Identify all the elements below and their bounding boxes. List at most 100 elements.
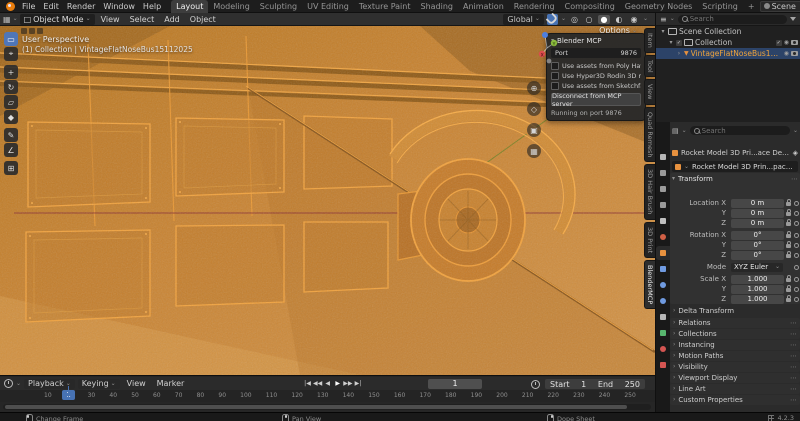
delta-transform-header[interactable]: › Delta Transform [670, 306, 800, 316]
tab-output[interactable] [656, 182, 670, 196]
checkbox-icon[interactable] [551, 82, 559, 90]
scale-tool[interactable]: ▱ [4, 95, 18, 109]
scene-selector[interactable]: Scene × [759, 0, 800, 12]
timeline-editor-icon[interactable] [4, 379, 13, 388]
rotate-tool[interactable]: ↻ [4, 80, 18, 94]
properties-search[interactable] [689, 126, 790, 135]
scale-x-field[interactable]: 1.000 [731, 274, 784, 284]
select-box-tool[interactable]: ▭ [4, 32, 18, 46]
workspace-tab-sculpting[interactable]: Sculpting [255, 0, 302, 13]
workspace-tab-layout[interactable]: Layout [171, 0, 209, 13]
workspace-tab-compositing[interactable]: Compositing [560, 0, 620, 13]
tab-texture[interactable] [656, 358, 670, 372]
sketchfab-checkbox-row[interactable]: Use assets from Sketchfab [551, 81, 641, 91]
add-cube-tool[interactable]: ⊞ [4, 161, 18, 175]
snap-options-chevron-icon[interactable]: ⌄ [561, 16, 566, 22]
panel-line-art[interactable]: › Line Art ⋯ [670, 384, 800, 394]
cursor-tool[interactable]: ⌖ [4, 47, 18, 61]
editor-corner-icon[interactable] [37, 28, 43, 34]
tab-scene[interactable] [656, 214, 670, 228]
shading-options-chevron-icon[interactable]: ⌄ [643, 16, 648, 22]
collection-checkbox-icon[interactable]: ✓ [676, 39, 682, 46]
measure-tool[interactable]: ∠ [4, 143, 18, 157]
hyper3d-checkbox-row[interactable]: Use Hyper3D Rodin 3D model gener... [551, 71, 641, 81]
animate-dot-icon[interactable] [794, 264, 799, 270]
hide-eye-icon[interactable]: ◉ [784, 39, 789, 46]
lock-icon[interactable] [786, 199, 791, 206]
scrollbar-handle[interactable] [5, 405, 628, 409]
collapse-arrow-icon[interactable]: ▾ [660, 28, 666, 35]
start-frame-field[interactable]: 1 [581, 380, 586, 389]
end-frame-field[interactable]: 250 [625, 380, 640, 389]
outliner-row-object[interactable]: › ▼ VintageFlatNoseBus15112025 ◉ [656, 48, 800, 59]
lock-icon[interactable] [786, 219, 791, 226]
panel-motion-paths[interactable]: › Motion Paths ⋯ [670, 351, 800, 361]
tab-data[interactable] [656, 326, 670, 340]
viewport-3d[interactable]: User Perspective (1) Collection | Vintag… [0, 26, 655, 375]
panel-instancing[interactable]: › Instancing ⋯ [670, 340, 800, 350]
properties-options-chevron-icon[interactable]: ⌄ [793, 127, 798, 134]
rotation-z-field[interactable]: 0° [731, 250, 784, 260]
menu-timeline-view[interactable]: View [123, 379, 150, 388]
render-camera-icon[interactable] [791, 40, 798, 45]
rotation-mode-dropdown[interactable]: XYZ Euler ⌄ [731, 262, 783, 272]
zoom-button[interactable]: ⊕ [527, 81, 541, 95]
tab-modifiers[interactable] [656, 262, 670, 276]
animate-dot-icon[interactable] [794, 210, 799, 216]
play-reverse-button[interactable]: ◀ [323, 378, 332, 389]
transform-panel-header[interactable]: ▾ Transform ⋯ [672, 175, 798, 183]
editor-type-chevron-icon[interactable]: ⌄ [13, 16, 18, 22]
workspace-tab-animation[interactable]: Animation [458, 0, 509, 13]
animate-dot-icon[interactable] [794, 242, 799, 248]
outliner-search[interactable] [677, 14, 787, 24]
object-name-field[interactable]: ⌄ Rocket Model 3D Prin...pace Decor21112… [672, 161, 798, 172]
keying-dropdown[interactable]: Keying ⌄ [77, 378, 120, 389]
collapse-arrow-icon[interactable]: ▾ [668, 39, 674, 46]
next-keyframe-button[interactable]: ▶▶ [343, 378, 352, 389]
expand-arrow-icon[interactable]: › [676, 50, 682, 57]
hide-eye-icon[interactable]: ◉ [784, 50, 789, 57]
panel-custom-properties[interactable]: › Custom Properties ⋯ [670, 395, 800, 405]
panel-viewport-display[interactable]: › Viewport Display ⋯ [670, 373, 800, 383]
location-y-field[interactable]: 0 m [731, 208, 784, 218]
menu-add[interactable]: Add [160, 15, 184, 24]
panel-collections[interactable]: › Collections ⋯ [670, 329, 800, 339]
pin-icon[interactable]: ◈ [793, 149, 798, 157]
shading-solid-button[interactable]: ● [597, 14, 610, 24]
navigation-gizmo[interactable]: Y X [538, 32, 560, 66]
jump-to-start-button[interactable]: |◀ [303, 378, 312, 389]
outliner-search-input[interactable] [689, 15, 783, 23]
scale-z-field[interactable]: 1.000 [731, 294, 784, 304]
sidebar-tab-tool[interactable]: Tool [644, 54, 655, 78]
editor-type-icon[interactable]: ▦ [3, 15, 11, 24]
tab-world[interactable] [656, 230, 670, 244]
tab-object[interactable] [656, 246, 670, 260]
workspace-tab-uv-editing[interactable]: UV Editing [302, 0, 354, 13]
sidebar-tab-blendermcp[interactable]: BlenderMCP [644, 259, 655, 310]
menu-view[interactable]: View [97, 15, 124, 24]
workspace-tab-scripting[interactable]: Scripting [697, 0, 743, 13]
panel-visibility[interactable]: › Visibility ⋯ [670, 362, 800, 372]
current-frame-field[interactable]: 1 [428, 379, 482, 389]
animate-dot-icon[interactable] [794, 276, 799, 282]
blender-logo-icon[interactable] [6, 1, 15, 11]
workspace-tab-texture-paint[interactable]: Texture Paint [354, 0, 416, 13]
timeline-scrollbar[interactable] [3, 404, 651, 410]
rotation-x-field[interactable]: 0° [731, 230, 784, 240]
sidebar-tab-quad-remesh[interactable]: Quad Remesh [644, 106, 655, 163]
menu-marker[interactable]: Marker [153, 379, 189, 388]
snap-toggle-button[interactable] [546, 12, 559, 26]
mode-dropdown[interactable]: □ Object Mode ⌄ [19, 13, 95, 25]
disconnect-mcp-button[interactable]: Disconnect from MCP server [551, 92, 641, 108]
lock-icon[interactable] [786, 251, 791, 258]
lock-icon[interactable] [786, 275, 791, 282]
tab-render[interactable] [656, 166, 670, 180]
menu-render[interactable]: Render [63, 2, 99, 11]
play-button[interactable]: ▶ [333, 378, 342, 389]
workspace-tab-rendering[interactable]: Rendering [509, 0, 560, 13]
shading-material-button[interactable]: ◐ [613, 15, 625, 24]
ortho-toggle-button[interactable]: ▦ [527, 144, 541, 158]
menu-edit[interactable]: Edit [39, 2, 63, 11]
menu-select[interactable]: Select [126, 15, 159, 24]
checkbox-icon[interactable] [551, 72, 559, 80]
